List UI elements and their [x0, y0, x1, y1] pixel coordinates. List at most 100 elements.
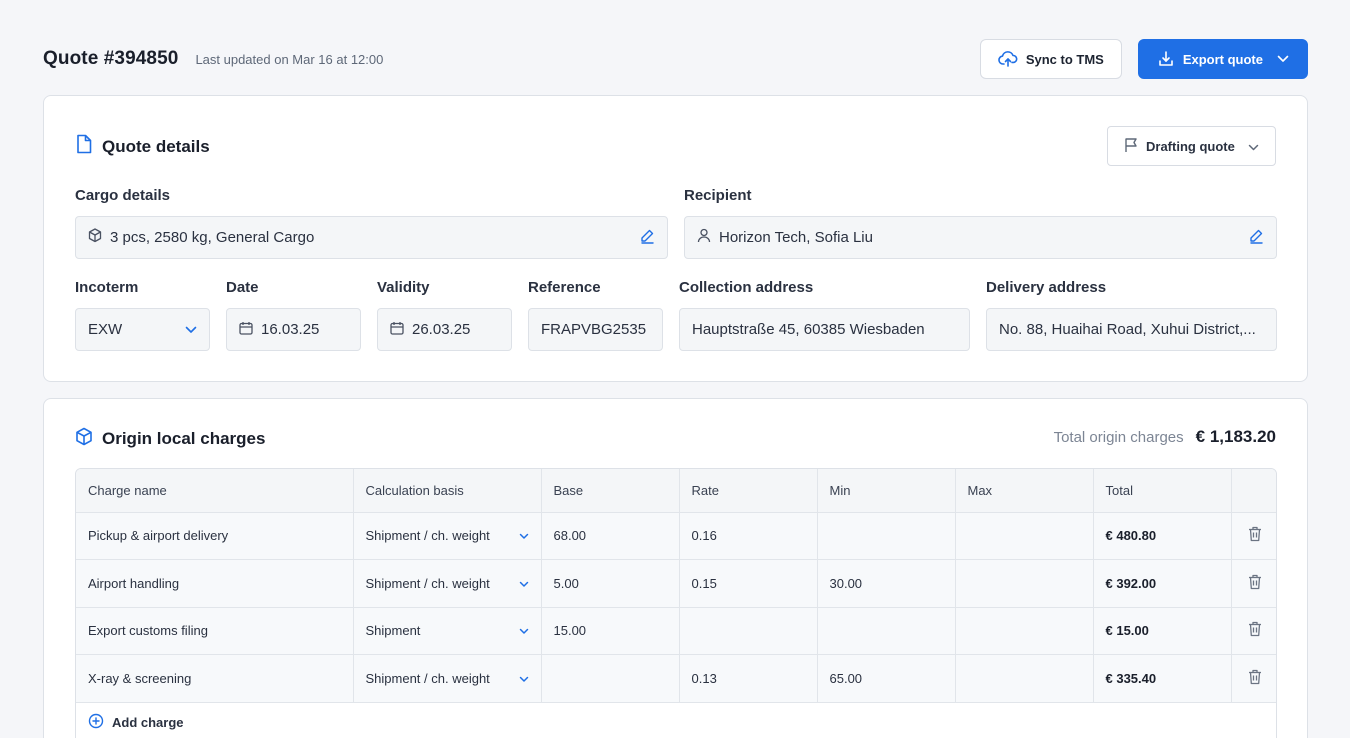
basis-select[interactable]: Shipment	[353, 607, 542, 655]
chevron-down-icon	[519, 671, 529, 686]
recipient-field[interactable]: Horizon Tech, Sofia Liu	[684, 216, 1277, 259]
chevron-down-icon	[185, 321, 197, 338]
charge-name-cell[interactable]: Airport handling	[76, 559, 354, 608]
basis-value: Shipment / ch. weight	[365, 528, 490, 544]
column-header: Total	[1093, 469, 1232, 513]
card-title: Quote details	[102, 136, 210, 156]
export-label: Export quote	[1182, 51, 1263, 67]
column-header: Base	[541, 469, 680, 513]
quote-details-header: Quote details	[75, 134, 210, 159]
total-cell: € 480.80	[1093, 512, 1232, 560]
date-field[interactable]: 16.03.25	[226, 308, 361, 351]
rate-cell[interactable]: 0.13	[679, 654, 818, 703]
rate-cell[interactable]: 0.15	[679, 559, 818, 608]
column-header: Rate	[679, 469, 818, 513]
incoterm-label: Incoterm	[75, 279, 139, 296]
add-charge-button[interactable]: Add charge	[76, 702, 1276, 738]
min-cell[interactable]	[817, 607, 956, 655]
table-row: Airport handling Shipment / ch. weight 5…	[76, 559, 1276, 608]
basis-select[interactable]: Shipment / ch. weight	[353, 559, 542, 608]
delivery-address-field[interactable]: No. 88, Huaihai Road, Xuhui District,...	[986, 308, 1277, 351]
total-origin-label: Total origin charges	[1053, 429, 1184, 446]
delete-row-button[interactable]	[1231, 559, 1276, 608]
package-icon	[88, 228, 102, 247]
total-cell: € 15.00	[1093, 607, 1232, 655]
reference-label: Reference	[528, 279, 601, 296]
basis-value: Shipment	[365, 623, 421, 639]
min-cell[interactable]: 65.00	[817, 654, 956, 703]
sync-label: Sync to TMS	[1025, 51, 1104, 67]
cargo-details-field[interactable]: 3 pcs, 2580 kg, General Cargo	[75, 216, 668, 259]
origin-charges-header: Origin local charges	[75, 427, 265, 451]
calendar-icon	[239, 321, 253, 339]
table-row: Pickup & airport delivery Shipment / ch.…	[76, 512, 1276, 560]
chevron-down-icon	[1248, 139, 1259, 154]
box-icon	[75, 427, 93, 451]
column-header: Calculation basis	[353, 469, 542, 513]
validity-field[interactable]: 26.03.25	[377, 308, 512, 351]
rate-cell[interactable]	[679, 607, 818, 655]
base-cell[interactable]: 68.00	[541, 512, 680, 560]
edit-icon[interactable]	[1248, 228, 1264, 248]
recipient-label: Recipient	[684, 187, 752, 204]
delivery-address-value: No. 88, Huaihai Road, Xuhui District,...	[999, 321, 1256, 338]
header-actions: Sync to TMS Export quote	[979, 39, 1308, 79]
trash-icon	[1248, 622, 1262, 640]
total-origin-value: € 1,183.20	[1195, 427, 1276, 446]
max-cell[interactable]	[955, 654, 1094, 703]
basis-select[interactable]: Shipment / ch. weight	[353, 512, 542, 560]
validity-value: 26.03.25	[412, 321, 471, 338]
delete-row-button[interactable]	[1231, 607, 1276, 655]
base-cell[interactable]: 15.00	[541, 607, 680, 655]
origin-charges-card: Origin local charges Total origin charge…	[43, 398, 1308, 738]
cloud-upload-icon	[998, 50, 1018, 68]
quote-status-dropdown[interactable]: Drafting quote	[1107, 126, 1276, 166]
rate-cell[interactable]: 0.16	[679, 512, 818, 560]
charge-name-cell[interactable]: X-ray & screening	[76, 654, 354, 703]
delete-row-button[interactable]	[1231, 654, 1276, 703]
min-cell[interactable]: 30.00	[817, 559, 956, 608]
card-title: Origin local charges	[102, 429, 266, 448]
trash-icon	[1248, 574, 1262, 593]
date-value: 16.03.25	[261, 321, 320, 338]
min-cell[interactable]	[817, 512, 956, 560]
basis-value: Shipment / ch. weight	[365, 575, 490, 591]
chevron-down-icon	[1277, 55, 1289, 63]
last-updated: Last updated on Mar 16 at 12:00	[195, 51, 384, 67]
date-label: Date	[226, 279, 259, 296]
table-header-row: Charge name Calculation basis Base Rate …	[76, 469, 1276, 513]
user-icon	[697, 228, 711, 247]
base-cell[interactable]: 5.00	[541, 559, 680, 608]
charge-name-cell[interactable]: Export customs filing	[76, 607, 354, 655]
table-row: Export customs filing Shipment 15.00 € 1…	[76, 607, 1276, 655]
status-label: Drafting quote	[1146, 138, 1235, 154]
chevron-down-icon	[519, 576, 529, 591]
chevron-down-icon	[519, 623, 529, 638]
base-cell[interactable]	[541, 654, 680, 703]
collection-address-field[interactable]: Hauptstraße 45, 60385 Wiesbaden	[679, 308, 970, 351]
sync-to-tms-button[interactable]: Sync to TMS	[979, 39, 1122, 79]
charge-name-cell[interactable]: Pickup & airport delivery	[76, 512, 354, 560]
total-cell: € 392.00	[1093, 559, 1232, 608]
document-icon	[75, 134, 93, 159]
reference-field[interactable]: FRAPVBG2535	[528, 308, 663, 351]
plus-circle-icon	[88, 713, 104, 732]
edit-icon[interactable]	[639, 228, 655, 248]
incoterm-select[interactable]: EXW	[75, 308, 210, 351]
total-cell: € 335.40	[1093, 654, 1232, 703]
reference-value: FRAPVBG2535	[541, 321, 647, 338]
column-header-actions	[1231, 469, 1276, 513]
basis-select[interactable]: Shipment / ch. weight	[353, 654, 542, 703]
delete-row-button[interactable]	[1231, 512, 1276, 560]
basis-value: Shipment / ch. weight	[365, 670, 490, 686]
max-cell[interactable]	[955, 607, 1094, 655]
trash-icon	[1248, 527, 1262, 545]
calendar-icon	[390, 321, 404, 339]
quote-details-card: Quote details Drafting quote Cargo detai…	[43, 95, 1308, 382]
export-quote-button[interactable]: Export quote	[1137, 39, 1308, 79]
column-header: Min	[817, 469, 956, 513]
collection-address-label: Collection address	[679, 279, 814, 296]
add-charge-label: Add charge	[112, 715, 184, 730]
max-cell[interactable]	[955, 512, 1094, 560]
max-cell[interactable]	[955, 559, 1094, 608]
